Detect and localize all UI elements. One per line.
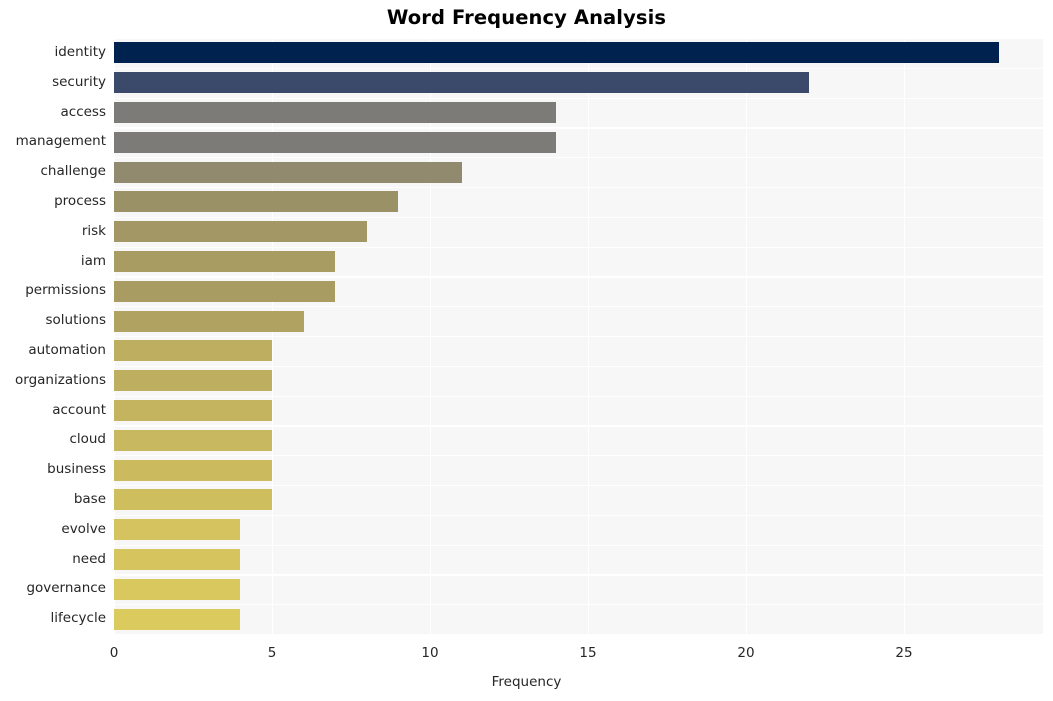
bar: [114, 608, 241, 630]
bar: [114, 578, 241, 600]
y-axis-tick-label: automation: [28, 341, 106, 358]
bar: [114, 102, 557, 123]
bar: [114, 280, 336, 302]
gridline-horizontal: [114, 395, 1043, 397]
bar: [114, 340, 272, 362]
y-axis-tick-label: iam: [80, 252, 106, 269]
bar: [114, 370, 272, 392]
y-axis-tick-label: organizations: [15, 371, 106, 388]
gridline-horizontal: [114, 485, 1043, 487]
x-axis-tick-label: 15: [579, 645, 597, 661]
y-axis-tick-label: cloud: [69, 431, 106, 448]
y-axis-tick-label: business: [47, 461, 106, 478]
bar: [114, 429, 272, 451]
y-axis-tick-label: lifecycle: [50, 610, 106, 627]
y-axis-tick-label: governance: [26, 580, 106, 597]
x-axis-tick-label: 0: [109, 645, 119, 661]
bar: [114, 400, 272, 421]
gridline-horizontal: [114, 365, 1043, 368]
y-axis-tick-label: permissions: [25, 282, 106, 299]
y-axis-tick-label: process: [54, 192, 106, 209]
gridline-horizontal: [114, 97, 1043, 99]
gridline-horizontal: [114, 604, 1043, 606]
bar: [114, 131, 557, 153]
word-frequency-chart-figure: Word Frequency Analysis identity security…: [0, 0, 1053, 701]
gridline-horizontal: [114, 336, 1043, 338]
x-axis-tick-label: 10: [421, 645, 439, 661]
gridline-horizontal: [114, 276, 1043, 278]
gridline-horizontal: [114, 246, 1043, 248]
y-axis-tick-label: challenge: [40, 163, 107, 180]
bar: [114, 72, 810, 94]
x-axis-tick-label: 5: [267, 645, 277, 661]
y-axis-tick-label: evolve: [61, 520, 106, 537]
bar: [114, 161, 462, 183]
x-axis-tick-label: 25: [895, 645, 913, 661]
x-axis-title: Frequency: [491, 674, 562, 690]
y-axis-tick-label: identity: [54, 43, 106, 60]
bar: [114, 191, 399, 213]
y-axis-tick-label: security: [52, 73, 106, 90]
gridline-horizontal: [114, 514, 1043, 517]
chart-title: Word Frequency Analysis: [386, 6, 667, 29]
gridline-horizontal: [114, 127, 1043, 129]
y-axis-category-labels: identity security access management challeng…: [0, 38, 106, 634]
bar: [114, 310, 304, 332]
plot-area: [114, 38, 1043, 634]
y-axis-tick-label: risk: [81, 222, 106, 239]
bar: [114, 519, 241, 541]
gridline-horizontal: [114, 216, 1043, 219]
gridline-horizontal: [114, 455, 1043, 457]
gridline-horizontal: [114, 67, 1043, 70]
bar: [114, 42, 999, 64]
x-axis-tick-label: 20: [737, 645, 755, 661]
bar: [114, 489, 272, 511]
gridline-horizontal: [114, 425, 1043, 427]
gridline-horizontal: [114, 187, 1043, 189]
y-axis-tick-label: solutions: [45, 312, 107, 329]
gridline-horizontal: [114, 38, 1043, 40]
bar: [114, 251, 336, 272]
x-axis-tick-labels: 0 5 10 15 20 25: [0, 638, 1053, 664]
y-axis-tick-label: management: [15, 133, 106, 150]
y-axis-tick-label: access: [60, 103, 107, 120]
bar: [114, 549, 241, 570]
bar: [114, 459, 272, 481]
gridline-horizontal: [114, 544, 1043, 546]
bar: [114, 221, 367, 243]
gridline-horizontal: [114, 574, 1043, 576]
y-axis-tick-label: base: [73, 490, 106, 507]
gridline-horizontal: [114, 157, 1043, 159]
y-axis-tick-label: need: [72, 550, 106, 567]
gridline-horizontal: [114, 306, 1043, 308]
y-axis-tick-label: account: [52, 401, 106, 418]
